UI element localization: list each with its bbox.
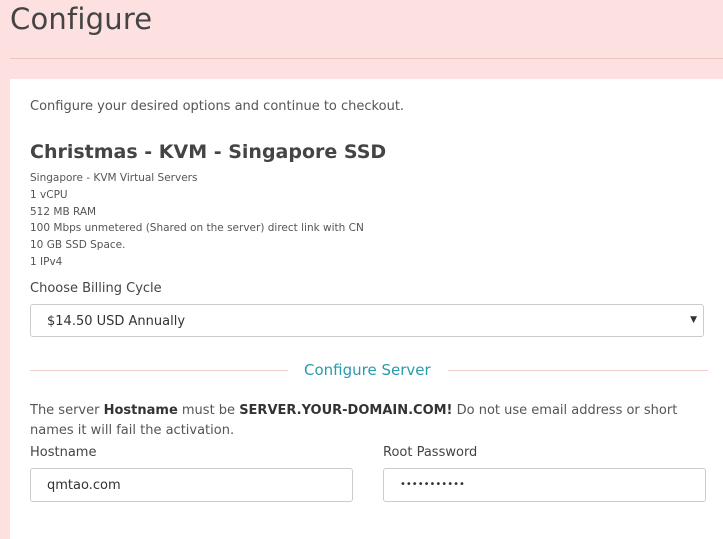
billing-cycle-select[interactable]: $14.50 USD Annually ▼ — [30, 304, 704, 337]
hostname-label: Hostname — [30, 445, 97, 460]
intro-text: Configure your desired options and conti… — [30, 99, 405, 114]
billing-cycle-label: Choose Billing Cycle — [30, 281, 162, 296]
password-value: ••••••••••• — [400, 479, 465, 490]
page-title: Configure — [10, 2, 153, 36]
configure-card: Configure your desired options and conti… — [10, 79, 723, 539]
dropdown-caret-icon: ▼ — [690, 315, 697, 325]
detail-line: 10 GB SSD Space. — [30, 239, 126, 252]
billing-cycle-value: $14.50 USD Annually — [47, 314, 186, 329]
hostname-input[interactable]: qmtao.com — [30, 468, 353, 502]
title-divider — [10, 58, 723, 59]
hostname-value: qmtao.com — [47, 478, 121, 493]
detail-line: 1 vCPU — [30, 188, 68, 201]
detail-line: Singapore - KVM Virtual Servers — [30, 172, 198, 184]
section-divider-right — [448, 370, 708, 371]
product-details: Singapore - KVM Virtual Servers 1 vCPU 5… — [30, 170, 364, 271]
root-password-input[interactable]: ••••••••••• — [383, 468, 706, 502]
root-password-label: Root Password — [383, 445, 478, 460]
hostname-note: The server Hostname must be SERVER.YOUR-… — [30, 403, 678, 438]
detail-line: 512 MB RAM — [30, 205, 97, 218]
configure-server-heading: Configure Server — [304, 361, 431, 379]
detail-line: 1 IPv4 — [30, 255, 63, 268]
product-name: Christmas - KVM - Singapore SSD — [30, 141, 387, 163]
detail-line: 100 Mbps unmetered (Shared on the server… — [30, 222, 364, 235]
section-divider-left — [30, 370, 288, 371]
